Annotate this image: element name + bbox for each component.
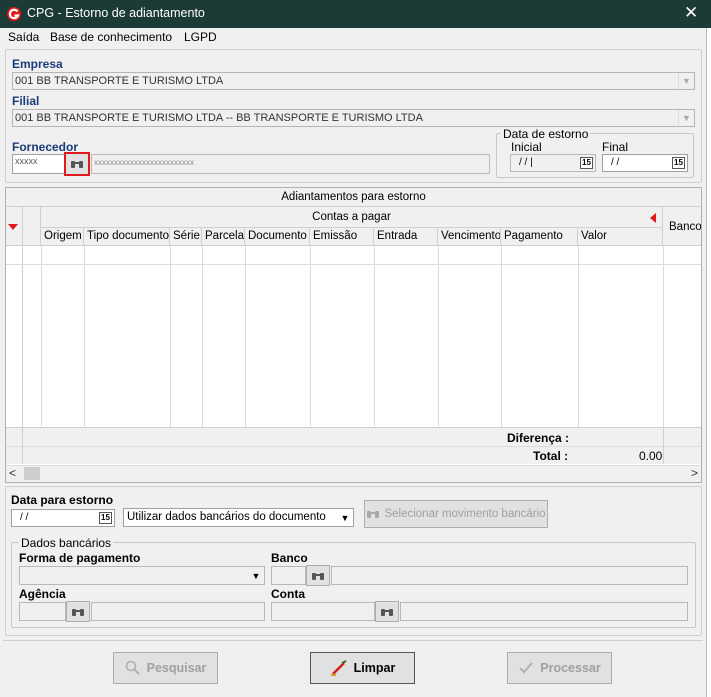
bancos-header: Bancos (663, 207, 701, 246)
data-para-estorno-value: / / (20, 512, 29, 523)
calendar-icon[interactable]: 15 (580, 157, 593, 169)
window-title: CPG - Estorno de adiantamento (27, 6, 205, 20)
limpar-button[interactable]: Limpar (310, 652, 415, 684)
menu-saida[interactable]: Saída (8, 30, 39, 44)
col-parcela[interactable]: Parcela (202, 228, 245, 246)
menu-lgpd[interactable]: LGPD (184, 30, 217, 44)
agencia-code-input[interactable] (19, 602, 66, 621)
inicial-date-input[interactable]: / / | 15 (510, 154, 596, 172)
banco-name-field (331, 566, 688, 585)
collapse-left-icon[interactable] (650, 213, 656, 223)
data-para-estorno-input[interactable]: / / 15 (11, 509, 115, 527)
chevron-down-icon[interactable]: ▼ (678, 110, 694, 126)
close-icon[interactable]: ✕ (684, 3, 698, 23)
data-para-estorno-label: Data para estorno (11, 493, 114, 507)
col-valor[interactable]: Valor (578, 228, 663, 246)
empresa-label: Empresa (12, 57, 63, 71)
col-serie[interactable]: Série (170, 228, 202, 246)
agencia-name-field (91, 602, 265, 621)
calendar-icon[interactable]: 15 (672, 157, 685, 169)
inicial-date-value: / / | (519, 157, 533, 168)
col-vencimento[interactable]: Vencimento (438, 228, 501, 246)
checkmark-icon (519, 662, 534, 674)
banco-code-input[interactable] (271, 566, 306, 585)
limpar-label: Limpar (353, 661, 396, 675)
grid-title: Adiantamentos para estorno (6, 188, 701, 207)
col-tipo-documento[interactable]: Tipo documento (84, 228, 170, 246)
scrollbar-thumb[interactable] (24, 467, 40, 480)
col-entrada[interactable]: Entrada (374, 228, 438, 246)
contas-pagar-header: Contas a pagar (41, 207, 663, 228)
binoculars-icon (381, 608, 393, 616)
binoculars-icon (312, 572, 324, 580)
pesquisar-button[interactable]: Pesquisar (113, 652, 218, 684)
banco-search-button[interactable] (306, 565, 330, 586)
scroll-right-icon[interactable]: > (691, 466, 698, 480)
chevron-down-icon[interactable]: ▼ (337, 509, 353, 526)
forma-pagamento-label: Forma de pagamento (19, 551, 141, 565)
conta-label: Conta (271, 587, 305, 601)
filial-combo[interactable]: 001 BB TRANSPORTE E TURISMO LTDA -- BB T… (12, 109, 695, 127)
col-origem[interactable]: Origem (41, 228, 84, 246)
final-date-input[interactable]: / / 15 (602, 154, 688, 172)
processar-label: Processar (540, 661, 601, 675)
fornecedor-code-input[interactable]: xxxxx (12, 154, 65, 174)
table-row[interactable] (6, 246, 701, 265)
bank-data-option-value: Utilizar dados bancários do documento (127, 511, 326, 523)
conta-code-input[interactable] (271, 602, 375, 621)
diferenca-label: Diferença : (507, 431, 570, 445)
conta-name-field (400, 602, 688, 621)
horizontal-scrollbar[interactable] (6, 465, 701, 482)
fornecedor-name-field: xxxxxxxxxxxxxxxxxxxxxxxxx (91, 154, 490, 174)
filial-value: 001 BB TRANSPORTE E TURISMO LTDA -- BB T… (15, 112, 423, 124)
selecionar-movimento-label: Selecionar movimento bancário (384, 508, 546, 520)
grid-indicator-divider (22, 207, 23, 447)
app-logo-icon (7, 7, 21, 21)
col-documento[interactable]: Documento (245, 228, 310, 246)
chevron-down-icon[interactable]: ▼ (678, 73, 694, 89)
agencia-search-button[interactable] (66, 601, 90, 622)
total-value: 0.00 (639, 449, 663, 463)
background-window-edge (706, 28, 711, 697)
footer-row-divider (6, 446, 701, 447)
chevron-down-icon[interactable]: ▼ (248, 567, 264, 584)
selecionar-movimento-button[interactable]: Selecionar movimento bancário (364, 500, 548, 528)
binoculars-icon (72, 608, 84, 616)
sort-down-icon[interactable] (8, 224, 18, 230)
agencia-label: Agência (19, 587, 66, 601)
bank-data-option-select[interactable]: Utilizar dados bancários do documento ▼ (123, 508, 354, 527)
menu-base-conhecimento[interactable]: Base de conhecimento (50, 30, 172, 44)
binoculars-icon (71, 161, 83, 168)
banco-label: Banco (271, 551, 308, 565)
conta-search-button[interactable] (375, 601, 399, 622)
forma-pagamento-select[interactable]: ▼ (19, 566, 265, 585)
inicial-label: Inicial (511, 140, 542, 154)
empresa-value: 001 BB TRANSPORTE E TURISMO LTDA (15, 75, 224, 87)
col-emissao[interactable]: Emissão (310, 228, 374, 246)
eraser-icon (330, 660, 347, 676)
search-icon (125, 660, 140, 675)
filial-label: Filial (12, 94, 40, 108)
final-label: Final (602, 140, 629, 154)
data-estorno-title: Data de estorno (501, 127, 591, 141)
fornecedor-search-button[interactable] (64, 152, 90, 176)
footer-bancos-divider (663, 428, 664, 464)
col-pagamento[interactable]: Pagamento (501, 228, 578, 246)
dados-bancarios-title: Dados bancários (19, 536, 114, 550)
processar-button[interactable]: Processar (507, 652, 612, 684)
footer-indicator (6, 428, 23, 464)
scroll-left-icon[interactable]: < (9, 466, 16, 480)
binoculars-icon (367, 511, 380, 518)
final-date-value: / / (611, 157, 620, 168)
pesquisar-label: Pesquisar (146, 661, 207, 675)
calendar-icon[interactable]: 15 (99, 512, 112, 524)
empresa-combo[interactable]: 001 BB TRANSPORTE E TURISMO LTDA ▼ (12, 72, 695, 90)
total-label: Total : (533, 449, 569, 463)
